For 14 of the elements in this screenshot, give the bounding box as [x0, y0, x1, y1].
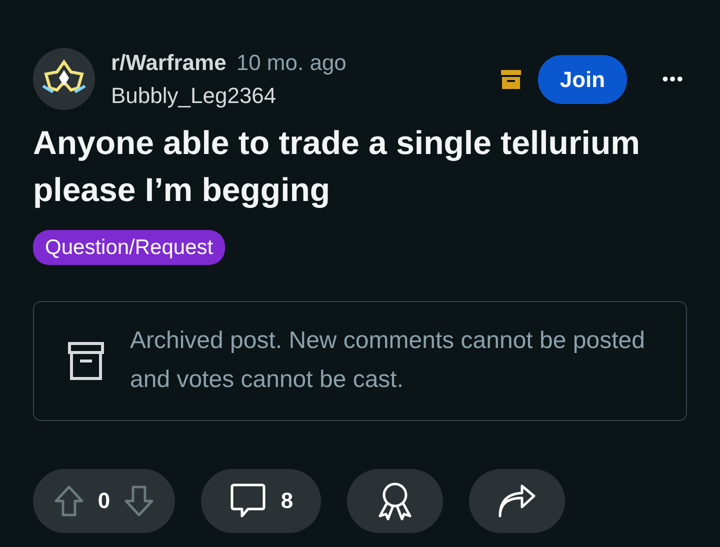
- join-button[interactable]: Join: [538, 54, 628, 104]
- post-title: Anyone able to trade a single tellurium please I’m begging: [33, 123, 641, 210]
- vote-count: 0: [98, 487, 110, 516]
- more-options-button[interactable]: •••: [659, 66, 687, 92]
- archive-notice-text: Archived post. New comments cannot be posted and votes cannot be cast.: [130, 326, 646, 396]
- comment-icon: [228, 482, 267, 520]
- share-icon: [498, 484, 536, 518]
- archive-icon: [68, 342, 104, 380]
- archive-icon: [500, 68, 522, 90]
- subreddit-name[interactable]: r/Warframe: [111, 50, 226, 75]
- post-flair[interactable]: Question/Request: [33, 230, 226, 266]
- author-name[interactable]: Bubbly_Leg2364: [111, 79, 484, 112]
- comments-button[interactable]: 8: [201, 468, 321, 533]
- post-age: 10 mo. ago: [236, 50, 346, 75]
